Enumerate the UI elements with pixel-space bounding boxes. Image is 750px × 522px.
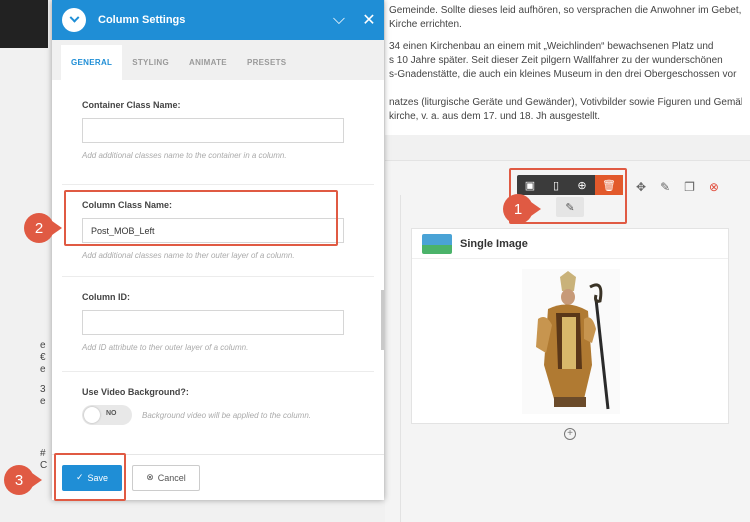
single-image-widget[interactable]: Single Image bbox=[411, 228, 729, 424]
dialog-body: Container Class Name: Add additional cla… bbox=[52, 80, 384, 454]
cancel-button[interactable]: ⊗ Cancel bbox=[132, 464, 200, 491]
container-class-label: Container Class Name: bbox=[82, 100, 181, 110]
tab-styling[interactable]: STYLING bbox=[122, 45, 179, 80]
annotation-pointer bbox=[32, 473, 42, 487]
toggle-state: NO bbox=[106, 410, 117, 417]
bishop-statue-image bbox=[522, 269, 620, 414]
video-background-help: Background video will be applied to the … bbox=[142, 410, 311, 420]
article-line: natzes (liturgische Geräte und Gewänder)… bbox=[389, 97, 742, 108]
column-id-input[interactable] bbox=[82, 310, 344, 335]
container-class-help: Add additional classes name to the conta… bbox=[82, 151, 287, 160]
x-circle-icon: ⊗ bbox=[146, 472, 154, 482]
left-col-char: e bbox=[40, 364, 46, 375]
edit-icon[interactable]: ✎ bbox=[660, 180, 670, 194]
move-icon[interactable]: ✥ bbox=[636, 180, 646, 194]
left-col-char: e bbox=[40, 340, 46, 351]
tab-general[interactable]: GENERAL bbox=[61, 45, 123, 80]
left-col-char: C bbox=[40, 460, 48, 471]
dialog-scrollbar[interactable] bbox=[381, 290, 384, 350]
image-icon bbox=[422, 233, 452, 254]
copy-icon[interactable]: ❐ bbox=[684, 180, 695, 194]
tab-animate[interactable]: ANIMATE bbox=[179, 45, 237, 80]
annotation-pointer bbox=[52, 221, 62, 235]
delete-circle-icon[interactable]: ⊗ bbox=[709, 180, 719, 194]
minimize-icon[interactable]: ⌵ bbox=[324, 11, 354, 29]
container-class-field: Container Class Name: Add additional cla… bbox=[62, 80, 374, 185]
column-id-field: Column ID: Add ID attribute to ther oute… bbox=[62, 277, 374, 372]
column-settings-dialog: Column Settings ⌵ ✕ GENERAL STYLING ANIM… bbox=[52, 0, 384, 500]
cancel-label: Cancel bbox=[157, 472, 186, 483]
annotation-box-column-class bbox=[64, 190, 338, 246]
left-col-char: 3 bbox=[40, 384, 46, 395]
left-column-text: e € e 3 e # C bbox=[40, 340, 50, 472]
page-background-strip bbox=[0, 0, 48, 48]
article-line: 34 einen Kirchenbau an einem mit „Weichl… bbox=[389, 41, 714, 52]
article-line: kirche, v. a. aus dem 17. und 18. Jh aus… bbox=[389, 111, 601, 122]
left-col-char: # bbox=[40, 448, 46, 459]
container-class-input[interactable] bbox=[82, 118, 344, 143]
annotation-badge-3: 3 bbox=[4, 465, 34, 495]
row-toolbar: ✥ ✎ ❐ ⊗ bbox=[636, 180, 719, 194]
left-col-char: e bbox=[40, 396, 46, 407]
video-background-label: Use Video Background?: bbox=[82, 387, 189, 397]
article-line: s 10 Jahre später. Seit dieser Zeit pilg… bbox=[389, 55, 723, 66]
column-id-label: Column ID: bbox=[82, 292, 130, 302]
article-line: Gemeinde. Sollte dieses leid aufhören, s… bbox=[389, 5, 742, 16]
video-background-field: Use Video Background?: NO Background vid… bbox=[62, 372, 374, 454]
article-text: Gemeinde. Sollte dieses leid aufhören, s… bbox=[385, 0, 750, 135]
article-line: s-Gnadenstätte, die auch ein kleines Mus… bbox=[389, 69, 737, 80]
close-icon[interactable]: ✕ bbox=[354, 10, 384, 30]
annotation-box-save bbox=[54, 453, 126, 501]
add-element-icon[interactable]: + bbox=[564, 428, 576, 440]
article-line: Kirche errichten. bbox=[389, 19, 462, 30]
annotation-pointer bbox=[531, 202, 541, 216]
video-background-toggle[interactable]: NO bbox=[82, 405, 132, 425]
widget-title: Single Image bbox=[460, 237, 528, 250]
column-id-help: Add ID attribute to ther outer layer of … bbox=[82, 343, 249, 352]
tab-presets[interactable]: PRESETS bbox=[237, 45, 296, 80]
left-col-char: € bbox=[40, 352, 46, 363]
column-divider bbox=[400, 195, 401, 522]
dialog-tabs: GENERAL STYLING ANIMATE PRESETS bbox=[52, 40, 384, 80]
column-class-help: Add additional classes name to ther oute… bbox=[82, 251, 295, 260]
dialog-title: Column Settings bbox=[98, 14, 186, 26]
dialog-header: Column Settings ⌵ ✕ bbox=[52, 0, 384, 40]
chevron-down-icon[interactable] bbox=[62, 8, 86, 32]
annotation-badge-2: 2 bbox=[24, 213, 54, 243]
annotation-badge-1: 1 bbox=[503, 194, 533, 224]
